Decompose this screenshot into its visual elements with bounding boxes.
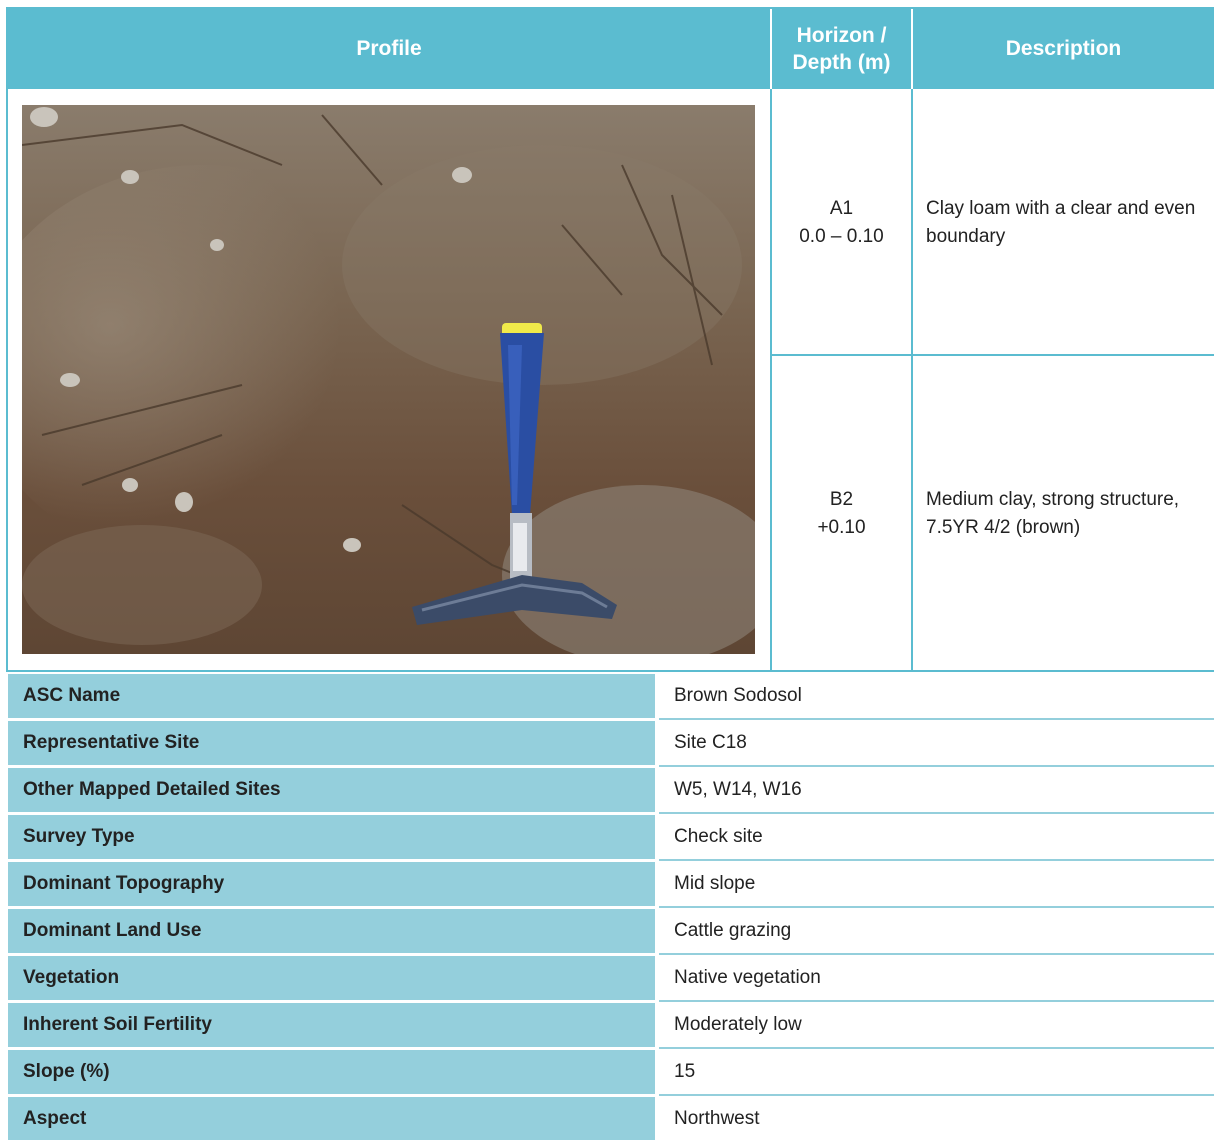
horizon-description: Clay loam with a clear and even boundary bbox=[926, 197, 1196, 247]
row-divider bbox=[659, 718, 1214, 720]
row-divider bbox=[659, 859, 1214, 861]
attribute-value: Brown Sodosol bbox=[659, 674, 1214, 718]
row-divider bbox=[659, 812, 1214, 814]
attribute-value: Northwest bbox=[659, 1097, 1214, 1140]
row-divider bbox=[659, 1094, 1214, 1096]
column-divider bbox=[911, 89, 913, 672]
horizon-description: Medium clay, strong structure, 7.5YR 4/2… bbox=[926, 489, 1180, 538]
header-profile: Profile bbox=[8, 9, 770, 89]
header-description: Description bbox=[913, 9, 1214, 89]
attribute-value: Check site bbox=[659, 815, 1214, 859]
attribute-value: Mid slope bbox=[659, 862, 1214, 906]
horizon-depth: +0.10 bbox=[817, 517, 866, 538]
row-divider bbox=[659, 1000, 1214, 1002]
table-row: Dominant Topography Mid slope bbox=[8, 862, 1214, 908]
soil-profile-image bbox=[22, 105, 755, 654]
attribute-value: W5, W14, W16 bbox=[659, 768, 1214, 812]
attribute-label: Other Mapped Detailed Sites bbox=[8, 768, 655, 812]
header-horizon-line2: Depth (m) bbox=[792, 51, 891, 74]
attribute-label: Slope (%) bbox=[8, 1050, 655, 1094]
attribute-label: Dominant Land Use bbox=[8, 909, 655, 953]
horizon-depth: 0.0 – 0.10 bbox=[799, 225, 884, 247]
attribute-value: 15 bbox=[659, 1050, 1214, 1094]
soil-profile-photo bbox=[22, 105, 755, 654]
attribute-value: Native vegetation bbox=[659, 956, 1214, 1000]
attribute-value: Moderately low bbox=[659, 1003, 1214, 1047]
header-horizon-depth: Horizon / Depth (m) bbox=[772, 9, 911, 89]
horizon-cell: B2 +0.10 bbox=[772, 356, 911, 672]
table-row: Inherent Soil Fertility Moderately low bbox=[8, 1003, 1214, 1049]
profile-table: Profile Horizon / Depth (m) Description bbox=[6, 7, 1214, 672]
table-row: Vegetation Native vegetation bbox=[8, 956, 1214, 1002]
attribute-label: Vegetation bbox=[8, 956, 655, 1000]
attribute-label: Aspect bbox=[8, 1097, 655, 1140]
horizon-name: B2 bbox=[829, 489, 854, 511]
attribute-label: Representative Site bbox=[8, 721, 655, 765]
row-divider bbox=[659, 1047, 1214, 1049]
attribute-value: Site C18 bbox=[659, 721, 1214, 765]
attribute-value: Cattle grazing bbox=[659, 909, 1214, 953]
row-divider bbox=[659, 953, 1214, 955]
attribute-label: Survey Type bbox=[8, 815, 655, 859]
horizon-cell: A1 0.0 – 0.10 bbox=[772, 91, 911, 354]
table-row: Representative Site Site C18 bbox=[8, 721, 1214, 767]
attribute-label: Dominant Topography bbox=[8, 862, 655, 906]
row-divider bbox=[659, 906, 1214, 908]
table-row: ASC Name Brown Sodosol bbox=[8, 674, 1214, 720]
table-row: Survey Type Check site bbox=[8, 815, 1214, 861]
attribute-label: ASC Name bbox=[8, 674, 655, 718]
attribute-label: Inherent Soil Fertility bbox=[8, 1003, 655, 1047]
table-row: Slope (%) 15 bbox=[8, 1050, 1214, 1096]
table-row: Dominant Land Use Cattle grazing bbox=[8, 909, 1214, 955]
table-row: Aspect Northwest bbox=[8, 1097, 1214, 1140]
table-row: Other Mapped Detailed Sites W5, W14, W16 bbox=[8, 768, 1214, 814]
row-divider bbox=[659, 765, 1214, 767]
header-horizon-line1: Horizon / bbox=[796, 23, 887, 47]
horizon-name: A1 bbox=[829, 197, 854, 219]
